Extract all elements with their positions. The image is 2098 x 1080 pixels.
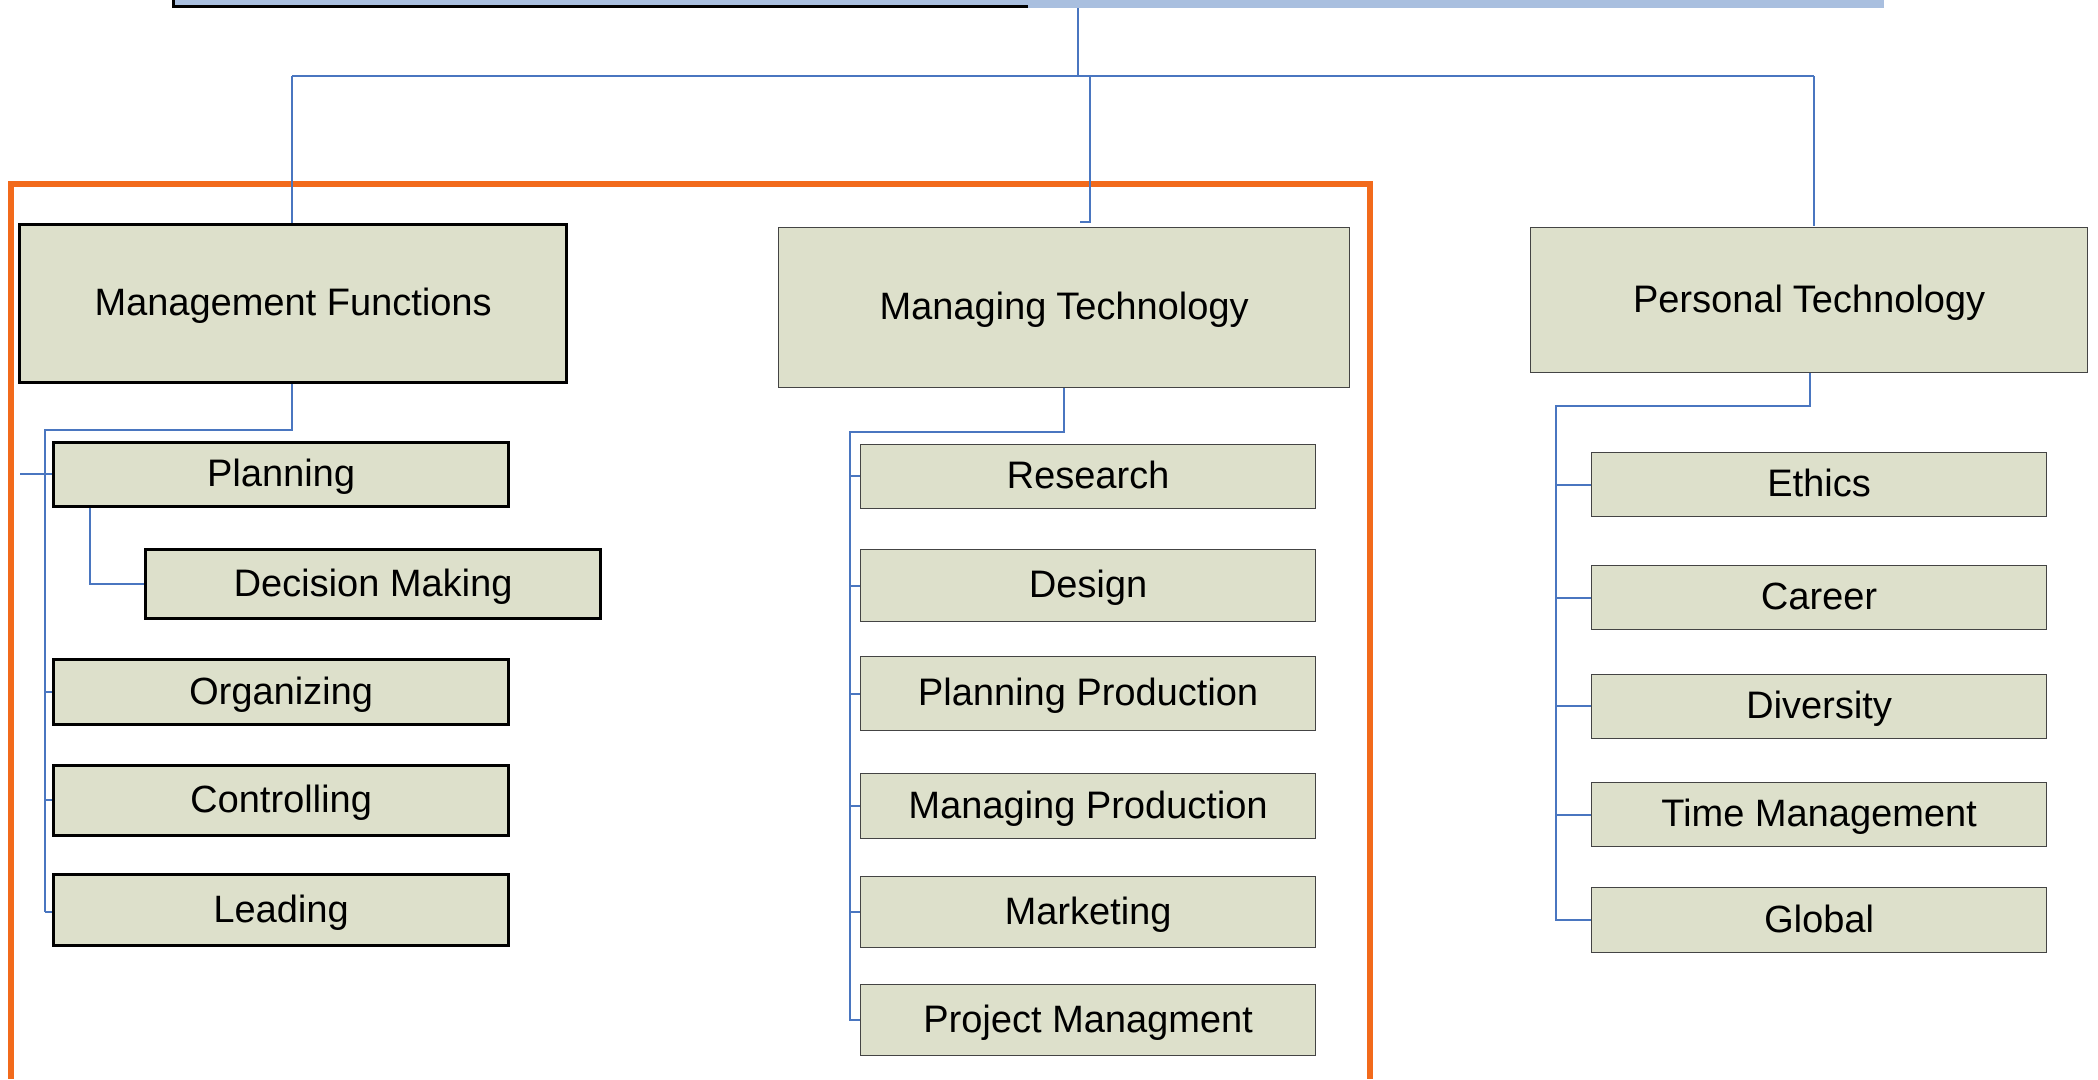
management-functions-box: Management Functions: [18, 223, 568, 384]
connector-to-managing-technology: [1080, 76, 1091, 223]
marketing-box: Marketing: [860, 876, 1316, 948]
planning-production-box: Planning Production: [860, 656, 1316, 731]
global-label: Global: [1764, 898, 1874, 941]
organizing-label: Organizing: [189, 670, 373, 713]
managing-technology-label: Managing Technology: [879, 286, 1249, 328]
controlling-label: Controlling: [190, 779, 372, 821]
managing-production-box: Managing Production: [860, 773, 1316, 839]
leading-label: Leading: [213, 888, 349, 931]
controlling-box: Controlling: [52, 764, 510, 837]
time-management-label: Time Management: [1661, 793, 1977, 835]
project-managment-box: Project Managment: [860, 984, 1316, 1056]
planning-production-label: Planning Production: [917, 672, 1259, 714]
research-label: Research: [1006, 455, 1170, 497]
career-label: Career: [1760, 576, 1878, 618]
personal-technology-label: Personal Technology: [1632, 278, 1986, 321]
managing-production-label: Managing Production: [908, 784, 1268, 827]
time-management-box: Time Management: [1591, 782, 2047, 847]
design-box: Design: [860, 549, 1316, 622]
project-managment-label: Project Managment: [923, 998, 1253, 1041]
connector-mf-decision: [89, 508, 144, 585]
marketing-label: Marketing: [1004, 890, 1172, 933]
design-label: Design: [1028, 564, 1148, 606]
personal-technology-box: Personal Technology: [1530, 227, 2088, 373]
managing-technology-box: Managing Technology: [778, 227, 1350, 388]
research-box: Research: [860, 444, 1316, 509]
planning-box: Planning: [52, 441, 510, 508]
decision-making-label: Decision Making: [233, 562, 513, 605]
global-box: Global: [1591, 887, 2047, 953]
decision-making-box: Decision Making: [144, 548, 602, 620]
diversity-label: Diversity: [1746, 685, 1892, 727]
management-functions-label: Management Functions: [94, 282, 492, 324]
career-box: Career: [1591, 565, 2047, 630]
organizing-box: Organizing: [52, 658, 510, 726]
leading-box: Leading: [52, 873, 510, 947]
ethics-box: Ethics: [1591, 452, 2047, 517]
ethics-label: Ethics: [1767, 463, 1871, 505]
planning-label: Planning: [207, 453, 355, 495]
diversity-box: Diversity: [1591, 674, 2047, 739]
